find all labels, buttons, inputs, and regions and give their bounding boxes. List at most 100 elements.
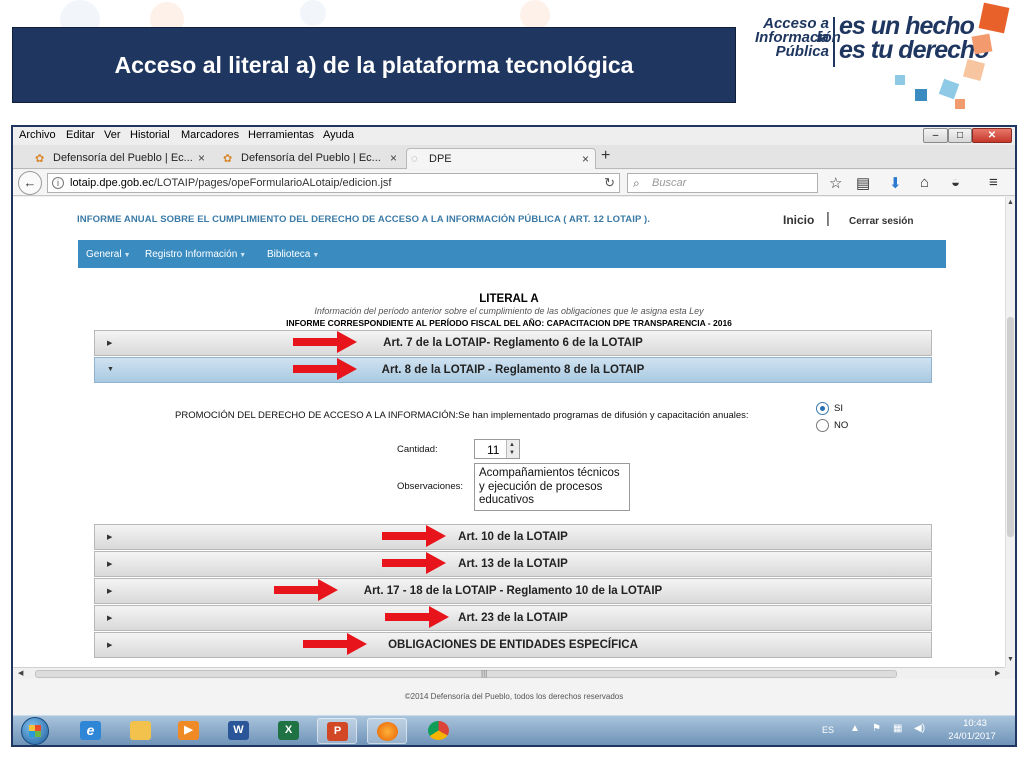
section-art-7[interactable]: ▶ Art. 7 de la LOTAIP- Reglamento 6 de l…	[94, 330, 932, 356]
horizontal-scrollbar[interactable]: ◀ ||| ▶	[13, 667, 1005, 679]
menu-herramientas[interactable]: Herramientas	[248, 129, 314, 141]
scroll-left-icon[interactable]: ◀	[18, 669, 23, 677]
literal-report-line: INFORME CORRESPONDIENTE AL PERÍODO FISCA…	[286, 318, 732, 328]
scroll-down-icon[interactable]: ▼	[1007, 656, 1014, 663]
search-input[interactable]: ⌕ Buscar	[627, 173, 818, 193]
caret-down-icon: ▼	[312, 252, 320, 259]
taskbar-powerpoint[interactable]: P	[317, 718, 357, 744]
taskbar-firefox[interactable]	[367, 718, 407, 744]
flag-icon[interactable]: ⚑	[872, 723, 881, 734]
scroll-right-icon[interactable]: ▶	[995, 669, 1000, 677]
grip-icon: |||	[481, 669, 488, 678]
taskbar-excel[interactable]: X	[269, 718, 309, 744]
section-art-8[interactable]: ▼ Art. 8 de la LOTAIP - Reglamento 8 de …	[94, 357, 932, 383]
taskbar: e ▶ W X P ES ▲ ⚑ ▦ ◀) 10:43 24/01/2017	[13, 715, 1015, 745]
vertical-scrollbar[interactable]: ▲ ▼	[1005, 197, 1015, 667]
logo-square	[971, 33, 993, 55]
background-dot	[300, 0, 326, 26]
network-icon[interactable]: ▦	[893, 723, 902, 734]
section-label: Art. 10 de la LOTAIP	[458, 531, 568, 543]
chevron-up-icon[interactable]: ▲	[850, 723, 860, 734]
nav-item-registro[interactable]: Registro Información ▼	[145, 249, 246, 260]
bookmark-star-icon[interactable]: ☆	[829, 174, 842, 192]
media-player-icon: ▶	[178, 721, 199, 740]
tab-close-icon[interactable]: ×	[390, 151, 397, 165]
radio-no[interactable]	[816, 419, 829, 432]
browser-tab-active[interactable]: ◌ DPE ×	[406, 148, 596, 169]
taskbar-chrome[interactable]	[419, 718, 459, 744]
observations-textarea[interactable]: Acompañamientos técnicos y ejecución de …	[474, 463, 630, 511]
minimize-button[interactable]: –	[923, 128, 948, 143]
taskbar-word[interactable]: W	[219, 718, 259, 744]
menu-historial[interactable]: Historial	[130, 129, 170, 141]
section-obligaciones[interactable]: ▶ OBLIGACIONES DE ENTIDADES ESPECÍFICA	[94, 632, 932, 658]
tab-close-icon[interactable]: ×	[582, 152, 589, 166]
home-link[interactable]: Inicio	[783, 213, 814, 227]
tab-close-icon[interactable]: ×	[198, 151, 205, 165]
info-icon[interactable]: i	[52, 177, 64, 189]
tab-label: DPE	[429, 153, 452, 165]
section-art-17-18[interactable]: ▶ Art. 17 - 18 de la LOTAIP - Reglamento…	[94, 578, 932, 604]
footer-copyright: ©2014 Defensoría del Pueblo, todos los d…	[404, 692, 624, 701]
new-tab-icon[interactable]: +	[601, 147, 610, 165]
browser-tab[interactable]: ✿ Defensoría del Pueblo | Ec... ×	[219, 148, 403, 169]
nav-item-general[interactable]: General ▼	[86, 249, 131, 260]
quantity-stepper[interactable]: 11 ▲ ▼	[474, 439, 520, 459]
logo-square	[962, 58, 986, 82]
back-arrow-icon[interactable]: ←	[18, 171, 42, 195]
caret-down-icon: ▼	[123, 252, 131, 259]
search-icon: ⌕	[633, 176, 640, 190]
taskbar-media-player[interactable]: ▶	[169, 718, 209, 744]
slide-title-box: Acceso al literal a) de la plataforma te…	[12, 27, 736, 103]
logout-link[interactable]: Cerrar sesión	[849, 216, 913, 227]
spin-up-icon[interactable]: ▲	[509, 442, 515, 448]
hamburger-menu-icon[interactable]: ≡	[989, 174, 998, 191]
language-indicator[interactable]: ES	[822, 725, 834, 735]
quantity-value: 11	[487, 443, 500, 457]
logo-separator	[833, 17, 835, 67]
menu-marcadores[interactable]: Marcadores	[181, 129, 239, 141]
logo-line-3: Pública	[775, 43, 829, 60]
background-dot	[520, 0, 550, 30]
scroll-up-icon[interactable]: ▲	[1007, 199, 1014, 206]
logo-square	[915, 89, 927, 101]
menu-editar[interactable]: Editar	[66, 129, 95, 141]
menu-ver[interactable]: Ver	[104, 129, 121, 141]
maximize-button[interactable]: □	[948, 128, 972, 143]
start-button[interactable]	[21, 717, 49, 745]
clock-time[interactable]: 10:43	[945, 718, 1005, 729]
pocket-icon[interactable]: ◒	[951, 174, 960, 191]
reading-list-icon[interactable]: ▤	[856, 174, 870, 192]
app-logo-icon: ✿	[35, 153, 45, 165]
url-bar[interactable]: i lotaip.dpe.gob.ec/LOTAIP/pages/opeForm…	[47, 173, 620, 193]
home-icon[interactable]: ⌂	[920, 174, 929, 191]
main-navbar: General ▼ Registro Información ▼ Bibliotec…	[78, 240, 946, 268]
window-close-button[interactable]: ✕	[972, 128, 1012, 143]
download-icon[interactable]: ⬇	[889, 174, 902, 192]
taskbar-file-explorer[interactable]	[121, 718, 161, 744]
red-arrow-icon	[293, 331, 357, 353]
section-art-10[interactable]: ▶ Art. 10 de la LOTAIP	[94, 524, 932, 550]
nav-item-biblioteca[interactable]: Biblioteca ▼	[267, 249, 319, 260]
section-art-23[interactable]: ▶ Art. 23 de la LOTAIP	[94, 605, 932, 631]
clock-date[interactable]: 24/01/2017	[939, 731, 1005, 742]
volume-icon[interactable]: ◀)	[914, 723, 925, 734]
browser-tab[interactable]: ✿ Defensoría del Pueblo | Ec... ×	[31, 148, 211, 169]
browser-screenshot: Archivo Editar Ver Historial Marcadores …	[11, 125, 1017, 747]
scroll-thumb[interactable]	[1007, 317, 1014, 537]
word-icon: W	[228, 721, 249, 740]
spin-down-icon[interactable]: ▼	[509, 450, 515, 456]
browser-tabbar: ✿ Defensoría del Pueblo | Ec... × ✿ Defe…	[13, 145, 1015, 169]
logo-slogan-2: es tu derecho	[839, 36, 990, 64]
reload-icon[interactable]: ↻	[604, 175, 615, 191]
slide-title: Acceso al literal a) de la plataforma te…	[114, 51, 634, 78]
scroll-thumb[interactable]: |||	[35, 669, 897, 678]
taskbar-internet-explorer[interactable]: e	[71, 718, 111, 744]
radio-si[interactable]	[816, 402, 829, 415]
menu-archivo[interactable]: Archivo	[19, 129, 56, 141]
section-label: OBLIGACIONES DE ENTIDADES ESPECÍFICA	[388, 639, 638, 651]
section-art-13[interactable]: ▶ Art. 13 de la LOTAIP	[94, 551, 932, 577]
spinner[interactable]: ▲ ▼	[506, 440, 519, 458]
menu-ayuda[interactable]: Ayuda	[323, 129, 354, 141]
excel-icon: X	[278, 721, 299, 740]
